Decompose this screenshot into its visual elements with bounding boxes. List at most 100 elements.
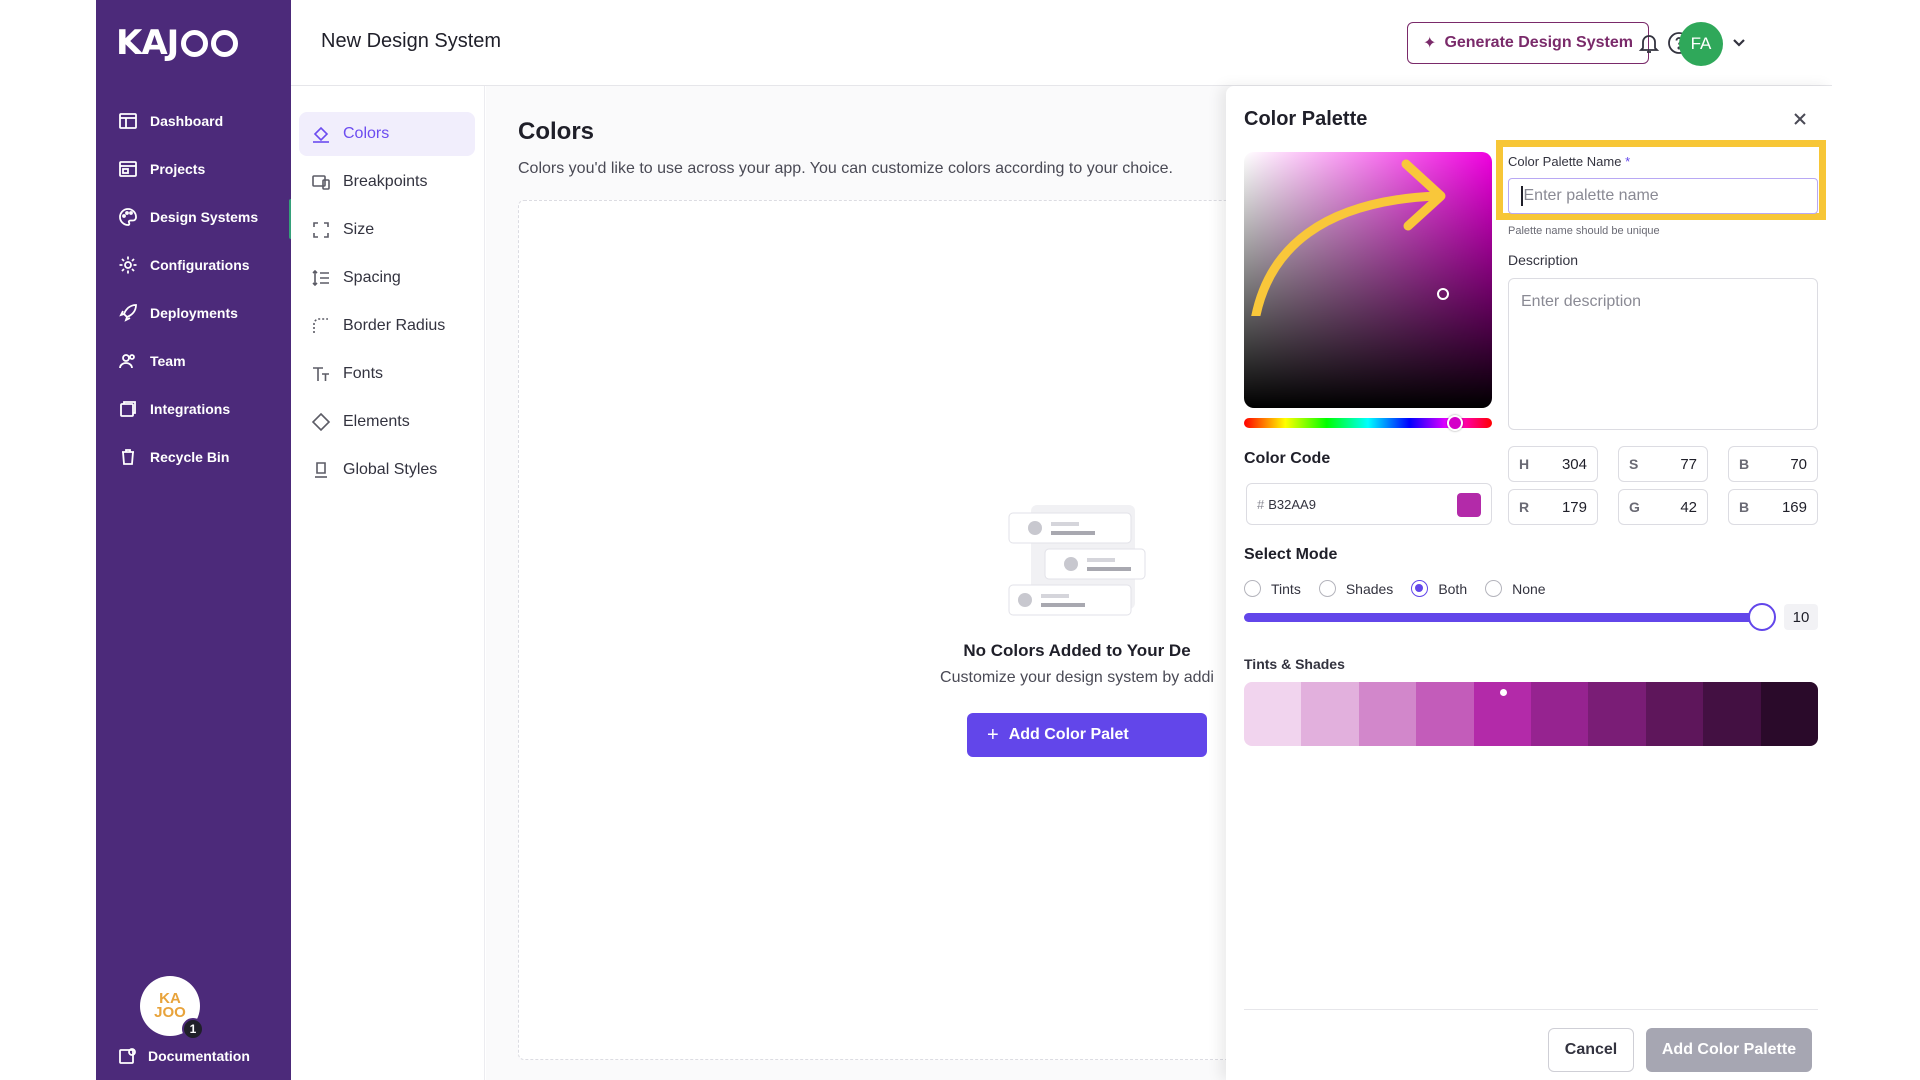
- sidebar-item-label: Configurations: [150, 257, 250, 273]
- projects-icon: [119, 161, 137, 177]
- submenu-item-colors[interactable]: Colors: [299, 112, 475, 156]
- team-icon: [119, 354, 135, 369]
- shade-swatch[interactable]: [1358, 682, 1417, 746]
- sidebar-item-label: Dashboard: [150, 113, 224, 129]
- border-radius-icon: [313, 318, 328, 333]
- top-header: New Design System ✦ Generate Design Syst…: [291, 0, 1832, 86]
- blue-field[interactable]: B 169: [1728, 489, 1818, 525]
- sidebar-item-label: Team: [150, 353, 186, 369]
- sidebar-nav: Dashboard Projects Design Systems Config…: [96, 97, 297, 481]
- shade-swatch[interactable]: [1760, 682, 1818, 746]
- sidebar-item-integrations[interactable]: Integrations: [96, 385, 291, 433]
- close-icon[interactable]: [1789, 108, 1811, 130]
- sidebar-item-label: Recycle Bin: [150, 449, 230, 465]
- hue-slider-thumb[interactable]: [1447, 415, 1463, 431]
- kajoo-mascot-icon: KA JOO: [154, 990, 186, 1021]
- hue-field[interactable]: H 304: [1508, 446, 1598, 482]
- submenu-item-elements[interactable]: Elements: [299, 400, 475, 444]
- sidebar-item-label: Deployments: [150, 305, 238, 321]
- generate-design-system-button[interactable]: ✦ Generate Design System: [1407, 22, 1649, 64]
- chevron-down-icon[interactable]: [1731, 34, 1747, 50]
- shade-swatch[interactable]: [1645, 682, 1704, 746]
- gear-icon: [119, 256, 137, 274]
- section-description: Colors you'd like to use across your app…: [518, 160, 1173, 177]
- submenu-item-breakpoints[interactable]: Breakpoints: [299, 160, 475, 204]
- description-label: Description: [1508, 252, 1579, 268]
- documentation-link[interactable]: Documentation: [118, 1046, 250, 1066]
- color-palette-drawer: Color Palette Color Palette Name * Enter…: [1226, 86, 1832, 1080]
- cancel-button[interactable]: Cancel: [1548, 1028, 1634, 1072]
- color-swatch[interactable]: [1457, 493, 1481, 517]
- shade-swatch[interactable]: [1703, 682, 1761, 746]
- spacing-icon: [312, 269, 329, 287]
- saturation-field[interactable]: S 77: [1618, 446, 1708, 482]
- devices-icon: [312, 175, 330, 190]
- submenu-item-label: Size: [343, 221, 375, 238]
- add-color-palette-label: Add Color Palet: [1008, 726, 1129, 743]
- page-title: New Design System: [321, 30, 502, 52]
- color-code-label: Color Code: [1244, 450, 1331, 467]
- app-frame: KAJ Dashboard Projects Design Systems Co…: [96, 0, 1832, 1080]
- mode-radio-shades[interactable]: Shades: [1318, 580, 1393, 597]
- count-slider-thumb[interactable]: [1748, 603, 1776, 631]
- submenu-item-border-radius[interactable]: Border Radius: [299, 304, 475, 348]
- submenu-item-size[interactable]: Size: [299, 208, 475, 252]
- dashboard-icon: [119, 113, 137, 129]
- user-avatar[interactable]: FA: [1679, 22, 1723, 66]
- brightness-field[interactable]: B 70: [1728, 446, 1818, 482]
- submenu-item-label: Global Styles: [343, 461, 438, 478]
- add-color-palette-button[interactable]: + Add Color Palet: [967, 713, 1207, 757]
- shade-swatch[interactable]: [1473, 682, 1532, 746]
- kajoo-logo[interactable]: KAJ: [116, 26, 239, 60]
- description-textarea[interactable]: Enter description: [1508, 278, 1818, 430]
- sidebar-item-dashboard[interactable]: Dashboard: [96, 97, 291, 145]
- tints-shades-strip: [1244, 682, 1818, 746]
- mode-radio-tints[interactable]: Tints: [1244, 580, 1301, 597]
- sidebar-item-configurations[interactable]: Configurations: [96, 241, 291, 289]
- saturation-brightness-picker[interactable]: [1244, 152, 1492, 408]
- hex-prefix: #: [1257, 496, 1265, 512]
- shade-swatch[interactable]: [1531, 682, 1589, 746]
- sidebar-item-design-systems[interactable]: Design Systems: [96, 193, 297, 241]
- color-fill-icon: [313, 126, 329, 143]
- hex-value: B32AA9: [1268, 496, 1316, 512]
- palette-name-input[interactable]: Enter palette name: [1508, 178, 1818, 214]
- diamond-icon: [311, 412, 331, 432]
- text-caret: [1521, 186, 1523, 206]
- submit-color-palette-button[interactable]: Add Color Palette: [1646, 1028, 1812, 1072]
- sidebar-item-team[interactable]: Team: [96, 337, 291, 385]
- sidebar-item-deployments[interactable]: Deployments: [96, 289, 291, 337]
- hex-input[interactable]: # B32AA9: [1246, 483, 1492, 525]
- font-icon: [313, 367, 329, 381]
- expand-icon: [313, 222, 329, 238]
- count-slider[interactable]: [1244, 613, 1764, 622]
- mode-radio-none[interactable]: None: [1485, 580, 1546, 597]
- trash-icon: [122, 449, 134, 465]
- red-field[interactable]: R 179: [1508, 489, 1598, 525]
- count-value: 10: [1784, 604, 1818, 630]
- submenu-item-label: Breakpoints: [343, 173, 428, 190]
- submenu-item-global-styles[interactable]: Global Styles: [299, 448, 475, 492]
- notification-badge: 1: [182, 1018, 204, 1040]
- rocket-icon: [119, 304, 137, 322]
- submenu-item-fonts[interactable]: Fonts: [299, 352, 475, 396]
- mode-radio-both[interactable]: Both: [1411, 580, 1467, 597]
- support-avatar[interactable]: KA JOO 1: [140, 976, 204, 1040]
- picker-handle[interactable]: [1437, 288, 1449, 300]
- green-field[interactable]: G 42: [1618, 489, 1708, 525]
- mode-radio-group: Tints Shades Both None: [1244, 580, 1546, 597]
- shade-swatch[interactable]: [1301, 682, 1359, 746]
- tints-shades-label: Tints & Shades: [1244, 656, 1345, 672]
- sidebar: KAJ Dashboard Projects Design Systems Co…: [96, 0, 297, 1080]
- footer-divider: [1244, 1009, 1818, 1010]
- shade-swatch[interactable]: [1588, 682, 1646, 746]
- sidebar-item-projects[interactable]: Projects: [96, 145, 291, 193]
- submenu-item-spacing[interactable]: Spacing: [299, 256, 475, 300]
- select-mode-label: Select Mode: [1244, 546, 1338, 563]
- sidebar-item-label: Projects: [150, 161, 206, 177]
- bell-icon[interactable]: [1637, 31, 1661, 55]
- sidebar-item-recycle-bin[interactable]: Recycle Bin: [96, 433, 291, 481]
- shade-swatch[interactable]: [1416, 682, 1474, 746]
- shade-swatch[interactable]: [1244, 682, 1302, 746]
- sidebar-item-label: Design Systems: [150, 209, 259, 225]
